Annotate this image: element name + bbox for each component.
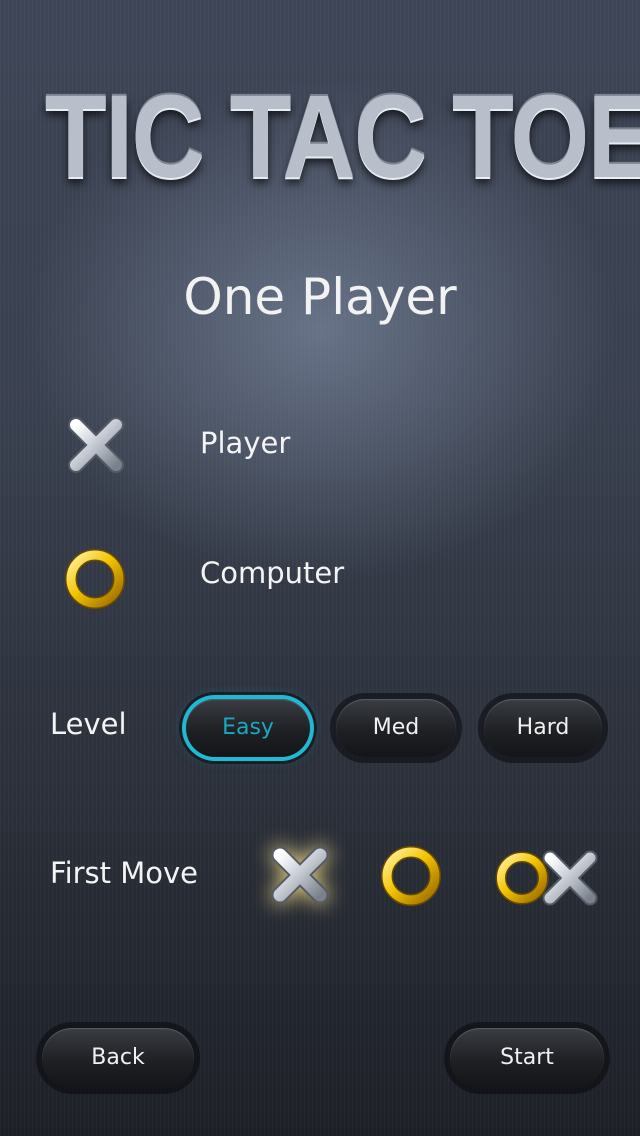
o-ring-icon [381,846,441,906]
x-mark-icon [271,846,329,904]
level-easy-button[interactable]: Easy [186,699,310,757]
o-ring-icon [64,548,126,610]
first-move-label: First Move [50,856,199,890]
player-label: Player [200,426,291,460]
level-label: Level [50,707,127,741]
x-mark-icon [66,415,126,475]
computer-label: Computer [200,556,345,590]
first-move-x-option[interactable] [268,843,332,907]
level-hard-button[interactable]: Hard [484,699,602,757]
start-button[interactable]: Start [450,1028,604,1088]
first-move-o-option[interactable] [380,845,442,907]
mode-title: One Player [183,268,457,326]
back-button[interactable]: Back [42,1028,194,1088]
first-move-random-option[interactable] [492,848,602,908]
level-med-button[interactable]: Med [336,699,456,757]
game-title: TIC TAC TOE [44,71,640,203]
random-ox-icon [495,850,598,906]
